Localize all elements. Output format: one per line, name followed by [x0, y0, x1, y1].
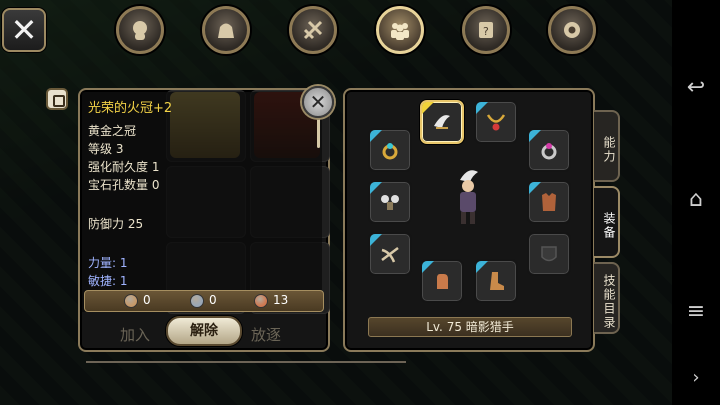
quest-button[interactable]: ? — [462, 6, 510, 54]
body-armor-icon — [542, 193, 556, 211]
svg-text:?: ? — [483, 25, 489, 38]
red-coin-count: 13 — [273, 293, 289, 307]
close-icon: ✕ — [309, 90, 327, 114]
item-durability: 强化耐久度 1 — [88, 160, 160, 174]
necklace-slot[interactable] — [474, 100, 518, 144]
item-defense: 防御力 25 — [88, 217, 144, 231]
head-icon — [133, 21, 147, 40]
empty-slot-icon — [541, 246, 557, 262]
red-coin-icon — [254, 294, 268, 308]
join-button[interactable]: 加入 — [120, 324, 150, 345]
settings-gear-icon — [564, 22, 580, 38]
gloves-icon — [437, 274, 448, 289]
shoulder-slot[interactable] — [368, 180, 412, 224]
copy-badge-icon[interactable] — [46, 88, 68, 110]
quest-scroll-icon: ? — [479, 22, 493, 38]
item-gem-slots: 宝石孔数量 0 — [88, 178, 160, 192]
character-level-label: Lv. 75 暗影猎手 — [368, 317, 572, 337]
skills-button[interactable] — [289, 6, 337, 54]
crossbow-icon — [381, 247, 399, 263]
divider — [86, 361, 406, 363]
shoulder-armor-icon — [381, 195, 399, 210]
back-icon[interactable]: ↩ — [672, 74, 720, 102]
item-level: 等级 3 — [88, 142, 124, 156]
bronze-coin-count: 0 — [143, 293, 151, 307]
close-icon: ✕ — [10, 11, 38, 49]
boots-icon — [490, 272, 504, 290]
home-icon[interactable]: ⌂ — [672, 186, 720, 214]
tab-skill-list[interactable]: 技能目录 — [594, 262, 620, 334]
ring-left-slot[interactable] — [368, 128, 412, 172]
offhand-slot[interactable] — [527, 232, 571, 276]
tab-equipment[interactable]: 装备 — [594, 186, 620, 258]
ring-icon — [382, 143, 398, 160]
silver-coin-count: 0 — [209, 293, 217, 307]
party-icon — [391, 23, 409, 40]
silver-coin-icon — [190, 294, 204, 308]
inventory-bag-button[interactable] — [202, 6, 250, 54]
body-armor-slot[interactable] — [527, 180, 571, 224]
feather-helmet-icon — [434, 115, 450, 129]
close-window-button[interactable]: ✕ — [2, 8, 46, 52]
menu-icon[interactable]: ≡ — [672, 298, 720, 326]
close-tooltip-button[interactable]: ✕ — [302, 86, 334, 118]
skill-icon — [303, 20, 323, 40]
character-sprite — [460, 170, 478, 224]
dismiss-button[interactable]: 放逐 — [251, 324, 281, 345]
gloves-slot[interactable] — [420, 259, 464, 303]
weapon-slot[interactable] — [368, 232, 412, 276]
item-type: 黄金之冠 — [88, 124, 137, 138]
bag-icon — [218, 23, 234, 38]
necklace-icon — [486, 114, 506, 131]
item-name: 光荣的火冠+2 — [88, 101, 173, 116]
item-stat-agility: 敏捷: 1 — [88, 274, 128, 288]
settings-button[interactable] — [548, 6, 596, 54]
ring-icon — [541, 143, 557, 160]
bronze-coin-icon — [124, 294, 138, 308]
boots-slot[interactable] — [474, 259, 518, 303]
remove-button[interactable]: 解除 — [166, 316, 242, 346]
android-nav-bar: ↩ ⌂ ≡ › — [672, 0, 720, 405]
item-stat-strength: 力量: 1 — [88, 256, 128, 270]
character-head-button[interactable] — [116, 6, 164, 54]
helmet-slot[interactable] — [420, 100, 464, 144]
tab-ability[interactable]: 能力 — [594, 110, 620, 182]
tooltip-scrollbar[interactable] — [317, 118, 320, 148]
chevron-right-icon[interactable]: › — [672, 364, 720, 392]
ring-right-slot[interactable] — [527, 128, 571, 172]
party-button[interactable] — [376, 6, 424, 54]
